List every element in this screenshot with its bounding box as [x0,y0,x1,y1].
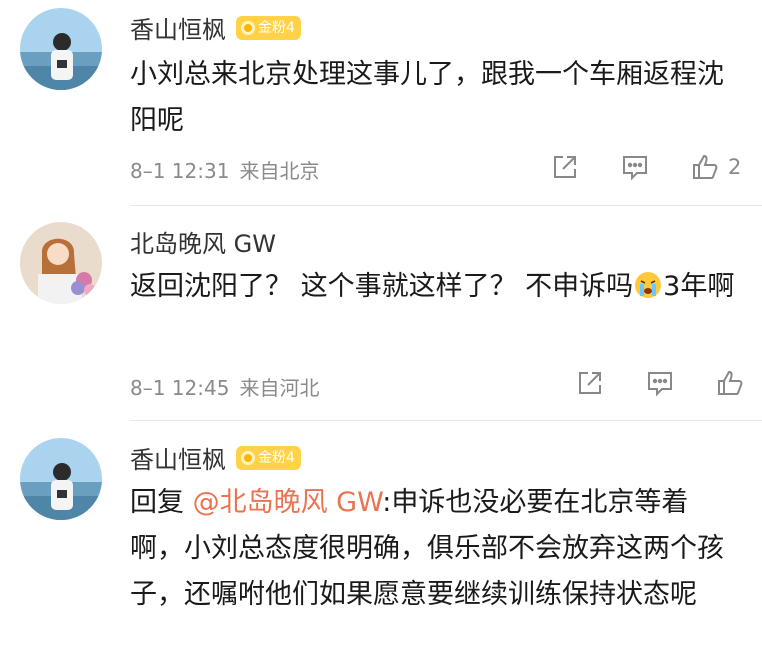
share-icon [579,372,601,394]
badge-label: 金粉4 [258,19,295,36]
comment-icon [623,156,647,181]
reply-prefix: 回复 [130,487,193,518]
comment-location: 来自北京 [239,159,320,183]
badge-icon [241,450,255,465]
share-button[interactable] [575,368,605,398]
like-count: 2 [728,155,742,179]
avatar[interactable] [20,222,102,304]
thumbs-up-icon [693,154,718,179]
like-button[interactable] [715,368,745,398]
avatar[interactable] [20,8,102,90]
username[interactable]: 香山恒枫 金粉4 [130,10,301,45]
avatar[interactable] [20,438,102,520]
like-button[interactable]: 2 [690,152,741,182]
comment-time: 8–1 12:45 [130,376,230,400]
badge-label: 金粉4 [258,449,295,466]
fan-badge[interactable]: 金粉4 [236,15,301,40]
username-text[interactable]: 香山恒枫 [130,10,226,45]
divider [130,420,762,421]
share-button[interactable] [550,152,580,182]
username[interactable]: 香山恒枫 金粉4 [130,440,301,475]
comment-icon [648,372,672,397]
comment-time: 8–1 12:31 [130,159,230,183]
crying-face-icon [635,272,662,298]
thumbs-up-icon [718,370,743,395]
username-text[interactable]: 香山恒枫 [130,440,226,475]
comment-text-part: 返回沈阳了？ 这个事就这样了？ 不申诉吗 [130,271,634,302]
divider [130,205,762,206]
share-icon [554,156,576,178]
comment-text: 回复 @北岛晚风 GW:申诉也没必要在北京等着啊，小刘总态度很明确，俱乐部不会放… [130,480,740,618]
fan-badge[interactable]: 金粉4 [236,445,301,470]
comment-text: 小刘总来北京处理这事儿了，跟我一个车厢返程沈阳呢 [130,59,724,136]
comment-meta: 8–1 12:31 来自北京 [130,155,319,184]
comment-button[interactable] [645,368,675,398]
username[interactable]: 北岛晚风 GW [130,224,276,259]
comment-button[interactable] [620,152,650,182]
badge-icon [241,20,255,35]
comment-location: 来自河北 [239,376,320,400]
mention-link[interactable]: @北岛晚风 GW [193,487,383,518]
comment-text: 返回沈阳了？ 这个事就这样了？ 不申诉吗 3年啊 [130,264,740,310]
username-text[interactable]: 北岛晚风 GW [130,224,276,259]
comment-text-part: 3年啊 [663,271,735,302]
comment-meta: 8–1 12:45 来自河北 [130,372,319,401]
